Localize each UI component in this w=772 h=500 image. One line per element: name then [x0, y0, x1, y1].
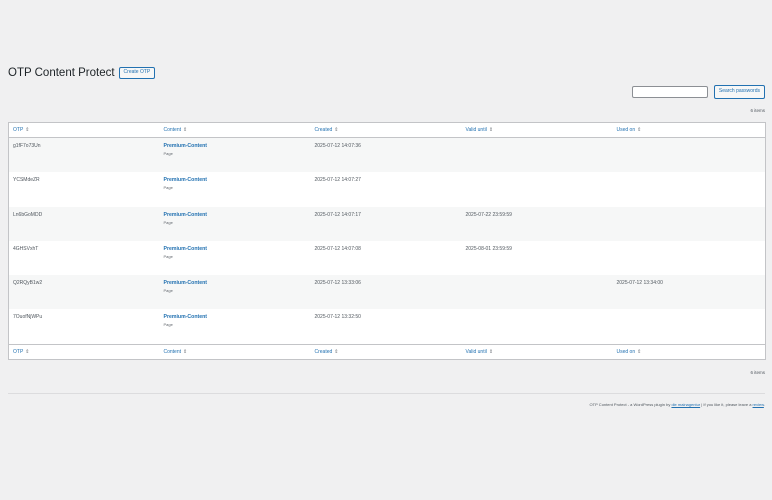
- valid-until-cell: 2025-07-22 23:59:59: [465, 211, 512, 218]
- otp-cell: 7OuofNjWPu: [13, 314, 43, 321]
- create-otp-button[interactable]: Create OTP: [118, 67, 156, 79]
- sort-icon: ⇕: [183, 127, 188, 133]
- author-link[interactable]: die mainagentur: [671, 402, 700, 407]
- content-type: Page: [163, 185, 173, 191]
- used-on-cell: [617, 207, 766, 212]
- footer-divider: [8, 393, 765, 394]
- used-on-cell: 2025-07-12 13:34:00: [616, 280, 663, 287]
- otp-cell: Q2RQyB1w2: [13, 280, 43, 287]
- content-link[interactable]: Premium-Content: [164, 143, 311, 149]
- column-header-used-on[interactable]: Used on ⇕: [612, 122, 766, 138]
- table-row: Ln6bGoMDD Premium-Content Page 2025-07-12…: [8, 206, 766, 241]
- sort-icon: ⇕: [25, 127, 30, 133]
- created-cell: 2025-07-12 14:07:17: [314, 211, 361, 218]
- sort-icon: ⇕: [183, 348, 188, 355]
- valid-until-cell: 2025-08-01 23:59:59: [465, 245, 512, 252]
- sort-icon: ⇕: [488, 348, 494, 355]
- table-header: OTP ⇕ Content ⇕ Created ⇕ Valid until ⇕ Used…: [8, 122, 766, 138]
- table-row: Q2RQyB1w2 Premium-Content Page 2025-07-12…: [8, 275, 766, 310]
- used-on-cell: [617, 309, 766, 314]
- content-type: Page: [163, 322, 173, 328]
- otp-cell: 4GHSVxhT: [13, 245, 39, 252]
- content-type: Page: [163, 219, 173, 225]
- created-cell: 2025-07-12 14:07:36: [314, 143, 361, 149]
- search-box: Search passwords: [631, 85, 765, 99]
- table-footer: OTP ⇕ Content ⇕ Created ⇕ Valid until ⇕ Used…: [8, 343, 766, 360]
- content-type: Page: [163, 151, 173, 156]
- plugin-footer: OTP Content Protect - a WordPress plugin…: [589, 402, 765, 407]
- otp-table: OTP ⇕ Content ⇕ Created ⇕ Valid until ⇕ Used…: [8, 122, 766, 360]
- page-title: OTP Content Protect: [8, 67, 115, 79]
- table-row: 4GHSVxhT Premium-Content Page 2025-07-12 …: [9, 241, 766, 275]
- content-link[interactable]: Premium-Content: [164, 314, 311, 320]
- content-type: Page: [163, 288, 173, 294]
- column-footer-content[interactable]: Content ⇕: [159, 343, 311, 360]
- sort-icon: ⇕: [25, 348, 30, 355]
- otp-cell: Ln6bGoMDD: [13, 211, 43, 218]
- items-count-top: 6 items: [750, 108, 765, 113]
- table-row: YCSMdeZR Premium-Content Page 2025-07-12 …: [9, 172, 766, 206]
- otp-cell: YCSMdeZR: [13, 177, 40, 184]
- column-footer-created[interactable]: Created ⇕: [310, 343, 462, 360]
- items-count-bottom: 6 items: [750, 370, 765, 375]
- content-link[interactable]: Premium-Content: [164, 246, 311, 252]
- table-row: g1fF7o73Un Premium-Content Page 2025-07-1…: [8, 137, 766, 173]
- content-link[interactable]: Premium-Content: [164, 280, 311, 286]
- used-on-cell: [617, 138, 766, 143]
- valid-until-cell: [466, 275, 613, 280]
- sort-icon: ⇕: [637, 348, 642, 355]
- used-on-cell: [617, 172, 766, 177]
- column-header-valid-until[interactable]: Valid until ⇕: [461, 122, 613, 138]
- content-link[interactable]: Premium-Content: [164, 177, 311, 183]
- valid-until-cell: [466, 309, 613, 314]
- search-passwords-button[interactable]: Search passwords: [713, 85, 765, 99]
- review-link[interactable]: review: [753, 402, 764, 407]
- table-body: g1fF7o73Un Premium-Content Page 2025-07-1…: [8, 137, 766, 345]
- column-header-content[interactable]: Content ⇕: [159, 122, 311, 138]
- valid-until-cell: [466, 172, 613, 177]
- valid-until-cell: [466, 138, 613, 143]
- used-on-cell: [617, 241, 766, 246]
- content-type: Page: [163, 253, 173, 259]
- content-link[interactable]: Premium-Content: [164, 212, 311, 218]
- column-footer-otp[interactable]: OTP ⇕: [8, 343, 160, 360]
- created-cell: 2025-07-12 14:07:08: [314, 245, 361, 252]
- sort-icon: ⇕: [637, 127, 642, 133]
- created-cell: 2025-07-12 14:07:27: [314, 177, 361, 184]
- sort-icon: ⇕: [488, 127, 494, 133]
- column-header-otp[interactable]: OTP ⇕: [8, 122, 160, 138]
- column-header-created[interactable]: Created ⇕: [310, 122, 462, 138]
- sort-icon: ⇕: [334, 127, 339, 133]
- created-cell: 2025-07-12 13:32:50: [314, 314, 361, 321]
- search-input[interactable]: [631, 86, 708, 98]
- page-header: OTP Content Protect Create OTP: [8, 66, 156, 80]
- created-cell: 2025-07-12 13:33:06: [314, 280, 361, 287]
- table-row: 7OuofNjWPu Premium-Content Page 2025-07-1…: [9, 309, 766, 344]
- column-footer-used-on[interactable]: Used on ⇕: [612, 343, 766, 360]
- sort-icon: ⇕: [334, 348, 339, 355]
- column-footer-valid-until[interactable]: Valid until ⇕: [461, 343, 613, 360]
- otp-cell: g1fF7o73Un: [13, 143, 41, 149]
